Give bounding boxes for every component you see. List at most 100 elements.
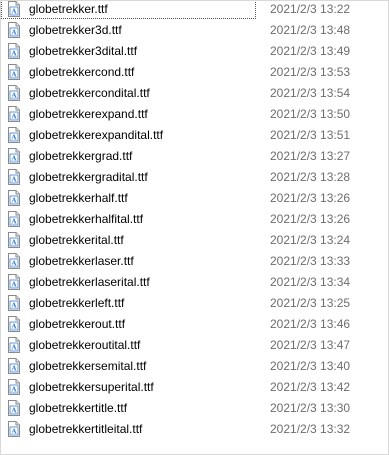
file-name: globetrekkercondital.ttf <box>29 85 150 100</box>
file-row[interactable]: A globetrekkerhalfital.ttf 2021/2/3 13:2… <box>1 208 388 229</box>
svg-text:A: A <box>10 301 17 309</box>
svg-text:A: A <box>10 175 17 183</box>
font-file-icon: A <box>8 21 20 38</box>
file-name-cell[interactable]: A globetrekkerhalfital.ttf <box>1 208 256 229</box>
svg-text:A: A <box>10 196 17 204</box>
file-row[interactable]: A globetrekkeroutital.ttf 2021/2/3 13:47 <box>1 334 388 355</box>
file-row[interactable]: A globetrekkerleft.ttf 2021/2/3 13:25 <box>1 292 388 313</box>
file-name-cell[interactable]: A globetrekkerexpandital.ttf <box>1 124 256 145</box>
svg-text:A: A <box>10 238 17 246</box>
file-name: globetrekkercond.ttf <box>29 64 135 79</box>
svg-text:A: A <box>10 406 17 414</box>
svg-text:A: A <box>10 217 17 225</box>
file-modified-date: 2021/2/3 13:54 <box>270 85 351 100</box>
file-name-cell[interactable]: A globetrekker3dital.ttf <box>1 40 256 61</box>
file-row[interactable]: A globetrekker3dital.ttf 2021/2/3 13:49 <box>1 40 388 61</box>
file-row[interactable]: A globetrekkerital.ttf 2021/2/3 13:24 <box>1 229 388 250</box>
file-name-cell[interactable]: A globetrekkerexpand.ttf <box>1 103 256 124</box>
file-name: globetrekkerlaserital.ttf <box>29 274 150 289</box>
file-name-cell[interactable]: A globetrekkersemital.ttf <box>1 355 256 376</box>
file-name-cell[interactable]: A globetrekkergrad.ttf <box>1 145 256 166</box>
file-modified-date: 2021/2/3 13:34 <box>270 274 351 289</box>
font-file-icon: A <box>8 105 20 122</box>
file-name-cell[interactable]: A globetrekkersuperital.ttf <box>1 376 256 397</box>
file-row[interactable]: A globetrekkergradital.ttf 2021/2/3 13:2… <box>1 166 388 187</box>
file-modified-date: 2021/2/3 13:26 <box>270 211 351 226</box>
file-row[interactable]: A globetrekker.ttf 2021/2/3 13:22 <box>1 1 388 19</box>
file-row[interactable]: A globetrekkerlaser.ttf 2021/2/3 13:33 <box>1 250 388 271</box>
font-file-icon: A <box>8 84 20 101</box>
file-row[interactable]: A globetrekkerexpand.ttf 2021/2/3 13:50 <box>1 103 388 124</box>
file-name-cell[interactable]: A globetrekkeroutital.ttf <box>1 334 256 355</box>
file-row[interactable]: A globetrekkerexpandital.ttf 2021/2/3 13… <box>1 124 388 145</box>
font-file-icon: A <box>8 189 20 206</box>
file-name-cell[interactable]: A globetrekker3d.ttf <box>1 19 256 40</box>
file-name-cell[interactable]: A globetrekkercond.ttf <box>1 61 256 82</box>
svg-text:A: A <box>10 49 17 57</box>
file-modified-date: 2021/2/3 13:26 <box>270 190 351 205</box>
font-file-icon: A <box>8 147 20 164</box>
font-file-icon: A <box>8 336 20 353</box>
file-row[interactable]: A globetrekker3d.ttf 2021/2/3 13:48 <box>1 19 388 40</box>
file-name: globetrekkertitle.ttf <box>29 400 128 415</box>
font-file-icon: A <box>8 315 20 332</box>
font-file-icon: A <box>8 210 20 227</box>
file-modified-date: 2021/2/3 13:33 <box>270 253 351 268</box>
file-modified-date: 2021/2/3 13:53 <box>270 64 351 79</box>
file-row[interactable]: A globetrekkertitle.ttf 2021/2/3 13:30 <box>1 397 388 418</box>
file-row[interactable]: A globetrekkercond.ttf 2021/2/3 13:53 <box>1 61 388 82</box>
font-file-icon: A <box>8 273 20 290</box>
file-name-cell[interactable]: A globetrekkerleft.ttf <box>1 292 256 313</box>
svg-text:A: A <box>10 259 17 267</box>
file-modified-date: 2021/2/3 13:51 <box>270 127 351 142</box>
file-modified-date: 2021/2/3 13:22 <box>270 1 351 16</box>
svg-text:A: A <box>10 343 17 351</box>
file-row[interactable]: A globetrekkersemital.ttf 2021/2/3 13:40 <box>1 355 388 376</box>
file-modified-date: 2021/2/3 13:32 <box>270 421 351 436</box>
file-row[interactable]: A globetrekkergrad.ttf 2021/2/3 13:27 <box>1 145 388 166</box>
file-name: globetrekkergrad.ttf <box>29 148 133 163</box>
file-name-cell[interactable]: A globetrekkerital.ttf <box>1 229 256 250</box>
file-name: globetrekkerlaser.ttf <box>29 253 134 268</box>
font-file-icon: A <box>8 252 20 269</box>
file-row[interactable]: A globetrekkerhalf.ttf 2021/2/3 13:26 <box>1 187 388 208</box>
file-name: globetrekkertitleital.ttf <box>29 421 143 436</box>
file-name: globetrekkerhalf.ttf <box>29 190 128 205</box>
file-list: A globetrekker.ttf 2021/2/3 13:22 A glob… <box>0 0 389 455</box>
file-name-cell[interactable]: A globetrekker.ttf <box>1 1 256 19</box>
font-file-icon: A <box>8 399 20 416</box>
svg-text:A: A <box>10 280 17 288</box>
file-row[interactable]: A globetrekkerlaserital.ttf 2021/2/3 13:… <box>1 271 388 292</box>
file-name-cell[interactable]: A globetrekkertitle.ttf <box>1 397 256 418</box>
svg-text:A: A <box>10 28 17 36</box>
file-name-cell[interactable]: A globetrekkertitleital.ttf <box>1 418 256 439</box>
file-name: globetrekkerhalfital.ttf <box>29 211 144 226</box>
svg-text:A: A <box>10 133 17 141</box>
file-name-cell[interactable]: A globetrekkergradital.ttf <box>1 166 256 187</box>
file-name-cell[interactable]: A globetrekkercondital.ttf <box>1 82 256 103</box>
file-name-cell[interactable]: A globetrekkerlaserital.ttf <box>1 271 256 292</box>
font-file-icon: A <box>8 378 20 395</box>
file-row[interactable]: A globetrekkercondital.ttf 2021/2/3 13:5… <box>1 82 388 103</box>
svg-text:A: A <box>10 91 17 99</box>
font-file-icon: A <box>8 168 20 185</box>
file-name: globetrekker.ttf <box>29 1 108 16</box>
file-row[interactable]: A globetrekkersuperital.ttf 2021/2/3 13:… <box>1 376 388 397</box>
file-modified-date: 2021/2/3 13:28 <box>270 169 351 184</box>
file-name: globetrekkerleft.ttf <box>29 295 125 310</box>
file-modified-date: 2021/2/3 13:48 <box>270 22 351 37</box>
font-file-icon: A <box>8 357 20 374</box>
file-name-cell[interactable]: A globetrekkerout.ttf <box>1 313 256 334</box>
file-row[interactable]: A globetrekkertitleital.ttf 2021/2/3 13:… <box>1 418 388 439</box>
file-modified-date: 2021/2/3 13:47 <box>270 337 351 352</box>
svg-text:A: A <box>10 112 17 120</box>
file-name-cell[interactable]: A globetrekkerlaser.ttf <box>1 250 256 271</box>
file-name: globetrekkersemital.ttf <box>29 358 147 373</box>
file-name-cell[interactable]: A globetrekkerhalf.ttf <box>1 187 256 208</box>
font-file-icon: A <box>8 1 20 17</box>
file-modified-date: 2021/2/3 13:40 <box>270 358 351 373</box>
file-modified-date: 2021/2/3 13:42 <box>270 379 351 394</box>
file-row[interactable]: A globetrekkerout.ttf 2021/2/3 13:46 <box>1 313 388 334</box>
font-file-icon: A <box>8 420 20 437</box>
file-modified-date: 2021/2/3 13:27 <box>270 148 351 163</box>
